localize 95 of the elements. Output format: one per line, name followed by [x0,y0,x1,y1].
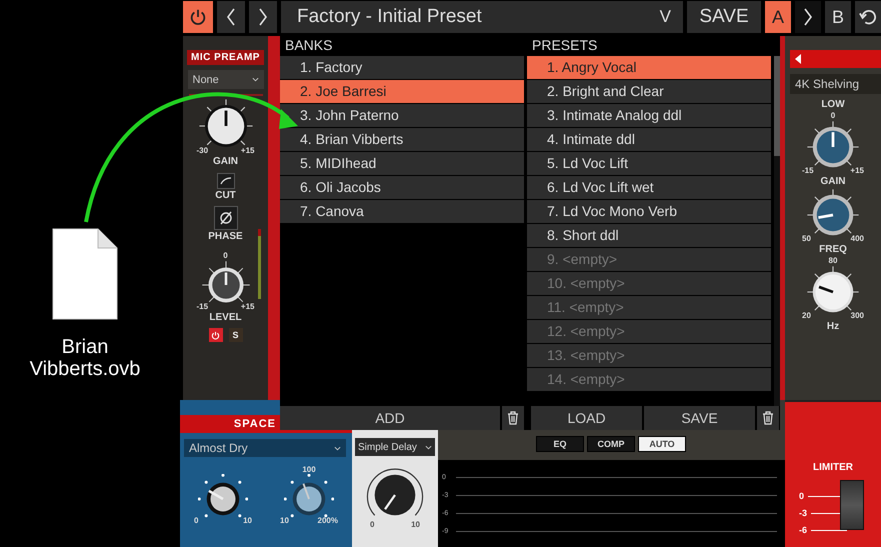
delay-preset-dropdown[interactable]: Simple Delay [355,438,435,456]
column-header: PRESETS [531,36,598,55]
preset-item[interactable]: 7. Ld Voc Mono Verb [527,200,772,223]
preset-item[interactable]: 8. Short ddl [527,224,772,247]
module-title: LIMITER [813,462,853,473]
scrollbar-thumb[interactable] [774,56,780,156]
delete-bank-button[interactable] [502,406,524,430]
trash-icon [762,411,774,425]
meter-tab[interactable]: COMP [587,436,635,452]
chevron-down-icon [334,446,341,450]
unit-label: Hz [826,320,840,333]
bank-item[interactable]: 3. John Paterno [280,104,524,127]
scale-label: +15 [240,302,254,311]
eq-type-dropdown[interactable]: 4K Shelving [790,74,881,94]
preset-item[interactable]: 5. Ld Voc Lift [527,152,772,175]
undo-icon [859,8,877,26]
cut-label: CUT [215,189,236,202]
document-file-icon[interactable] [52,228,118,320]
band-label: LOW [821,98,845,111]
scale-label: -6 [799,525,808,535]
high-pass-icon [220,177,232,185]
scale-label: 0 [830,111,836,120]
bank-item[interactable]: 5. MIDIhead [280,152,524,175]
knob-label: LEVEL [209,311,242,324]
bank-item[interactable]: 1. Factory [280,56,524,79]
ab-slot-button[interactable]: A [765,1,791,33]
reverb-preset-dropdown[interactable]: Almost Dry [184,439,346,457]
preset-item[interactable]: 6. Ld Voc Lift wet [527,176,772,199]
bank-item[interactable]: 4. Brian Vibberts [280,128,524,151]
preset-name-dropdown[interactable]: Factory - Initial Preset V [281,1,683,33]
chevron-down-icon [425,444,432,450]
chevron-right-icon [258,7,268,27]
meter-tab[interactable]: AUTO [638,436,686,452]
ab-slot-button[interactable]: B [825,1,851,33]
scale-label: 400 [850,234,864,243]
scale-label: -15 [802,166,814,175]
level-meter [258,229,260,299]
scale-label: 20 [802,311,811,320]
preset-item[interactable]: 3. Intimate Analog ddl [527,104,772,127]
delete-preset-button[interactable] [757,406,779,430]
scale-label: 10 [243,516,252,525]
scale-label: 0 [799,491,804,501]
triangle-left-icon [795,54,801,64]
module-title: SPACE [234,417,276,432]
model-dropdown[interactable]: None [188,70,264,89]
scale-label: 200% [318,516,338,525]
scale-label: -30 [196,146,208,155]
save-preset-button[interactable]: SAVE [644,406,755,430]
trash-icon [507,411,519,425]
scale-label: 50 [802,234,811,243]
next-button[interactable] [249,1,277,33]
save-button[interactable]: SAVE [687,1,761,33]
cut-filter-button[interactable] [216,173,234,189]
scale-label: 0 [370,520,374,529]
phase-icon [218,210,234,226]
scale-label: 100 [302,465,316,474]
module-power-button[interactable] [208,328,222,342]
solo-button[interactable]: S [228,328,242,342]
knob-label: GAIN [820,175,846,188]
chevron-down-icon [252,77,258,82]
scale-label: +15 [240,146,254,155]
module-title: MIC PREAMP [187,50,264,65]
scale-label: 10 [411,520,420,529]
scale-label: 80 [828,256,838,265]
preset-item[interactable]: 4. Intimate ddl [527,128,772,151]
meter-tab[interactable]: EQ [536,436,584,452]
scale-label: 0 [194,516,198,525]
scale-label: +15 [850,166,864,175]
power-icon [211,330,220,340]
power-button[interactable] [183,1,213,33]
previous-button[interactable] [217,1,245,33]
bank-item[interactable]: 7. Canova [280,200,524,223]
scale-label: -3 [799,508,808,518]
preset-item[interactable]: 1. Angry Vocal [527,56,772,79]
scale-label: 10 [280,516,289,525]
column-header: BANKS [284,36,334,55]
power-icon [189,8,207,26]
copy-button[interactable] [795,1,821,33]
scale-label: 0 [223,251,228,260]
file-name: Brian Vibberts.ovb [28,336,142,380]
fader-handle[interactable] [840,480,864,530]
chevron-right-icon [803,7,813,27]
load-preset-button[interactable]: LOAD [531,406,642,430]
phase-label: PHASE [208,230,243,243]
bank-item[interactable]: 6. Oli Jacobs [280,176,524,199]
preset-item[interactable]: 2. Bright and Clear [527,80,772,103]
scale-label: 300 [850,311,864,320]
knob-label: GAIN [213,155,238,168]
undo-button[interactable] [855,1,881,33]
phase-button[interactable] [214,206,238,230]
scale-label: -15 [196,302,208,311]
bank-item[interactable]: 2. Joe Barresi [280,80,524,103]
chevron-left-icon [226,7,236,27]
knob-label: FREQ [819,243,847,256]
add-bank-button[interactable]: ADD [280,406,500,430]
